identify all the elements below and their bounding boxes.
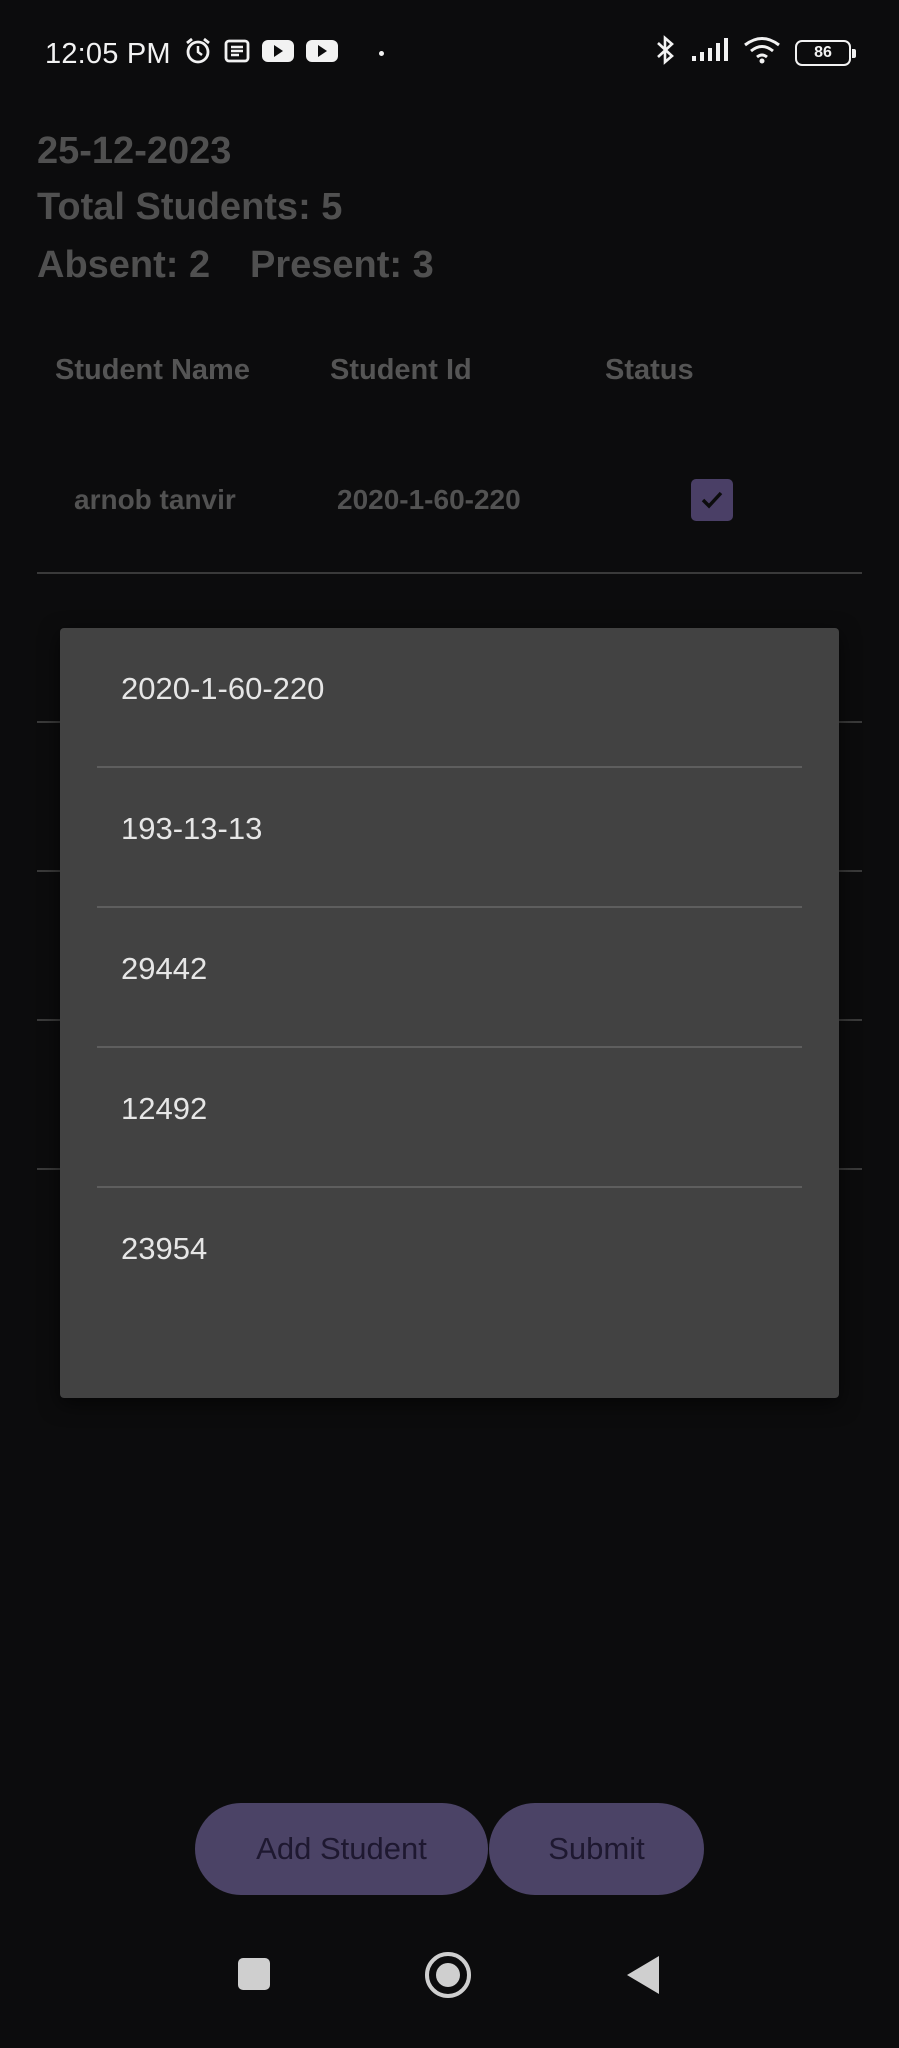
back-icon[interactable] xyxy=(627,1956,659,1994)
add-student-button[interactable]: Add Student xyxy=(195,1803,488,1895)
dropdown-option-label: 193-13-13 xyxy=(121,811,263,846)
status-checkbox[interactable] xyxy=(691,479,733,521)
dropdown-option[interactable]: 29442 xyxy=(97,908,802,1048)
dropdown-option[interactable]: 2020-1-60-220 xyxy=(97,628,802,768)
recents-icon[interactable] xyxy=(238,1958,270,1990)
dropdown-option[interactable]: 12492 xyxy=(97,1048,802,1188)
attendance-date: 25-12-2023 xyxy=(37,130,232,172)
student-id-cell[interactable]: 2020-1-60-220 xyxy=(337,484,521,516)
dropdown-option-label: 12492 xyxy=(121,1091,208,1126)
column-header-status: Status xyxy=(605,354,694,386)
dropdown-option-label: 2020-1-60-220 xyxy=(121,671,325,706)
dropdown-option-label: 29442 xyxy=(121,951,208,986)
student-name-cell: arnob tanvir xyxy=(74,484,236,515)
navigation-bar xyxy=(0,1950,899,2048)
total-students: Total Students: 5 xyxy=(37,186,343,228)
row-divider xyxy=(37,572,862,574)
submit-button[interactable]: Submit xyxy=(489,1803,704,1895)
dropdown-option-label: 23954 xyxy=(121,1231,208,1266)
present-count: Present: 3 xyxy=(250,244,434,286)
column-header-name: Student Name xyxy=(55,354,250,386)
absent-count: Absent: 2 xyxy=(37,244,211,286)
home-icon[interactable] xyxy=(425,1952,471,1998)
checkmark-icon xyxy=(701,491,723,509)
student-id-dropdown: 2020-1-60-220 193-13-13 29442 12492 2395… xyxy=(60,628,839,1398)
column-header-id: Student Id xyxy=(330,354,472,386)
dropdown-option[interactable]: 23954 xyxy=(97,1188,802,1328)
dropdown-option[interactable]: 193-13-13 xyxy=(97,768,802,908)
